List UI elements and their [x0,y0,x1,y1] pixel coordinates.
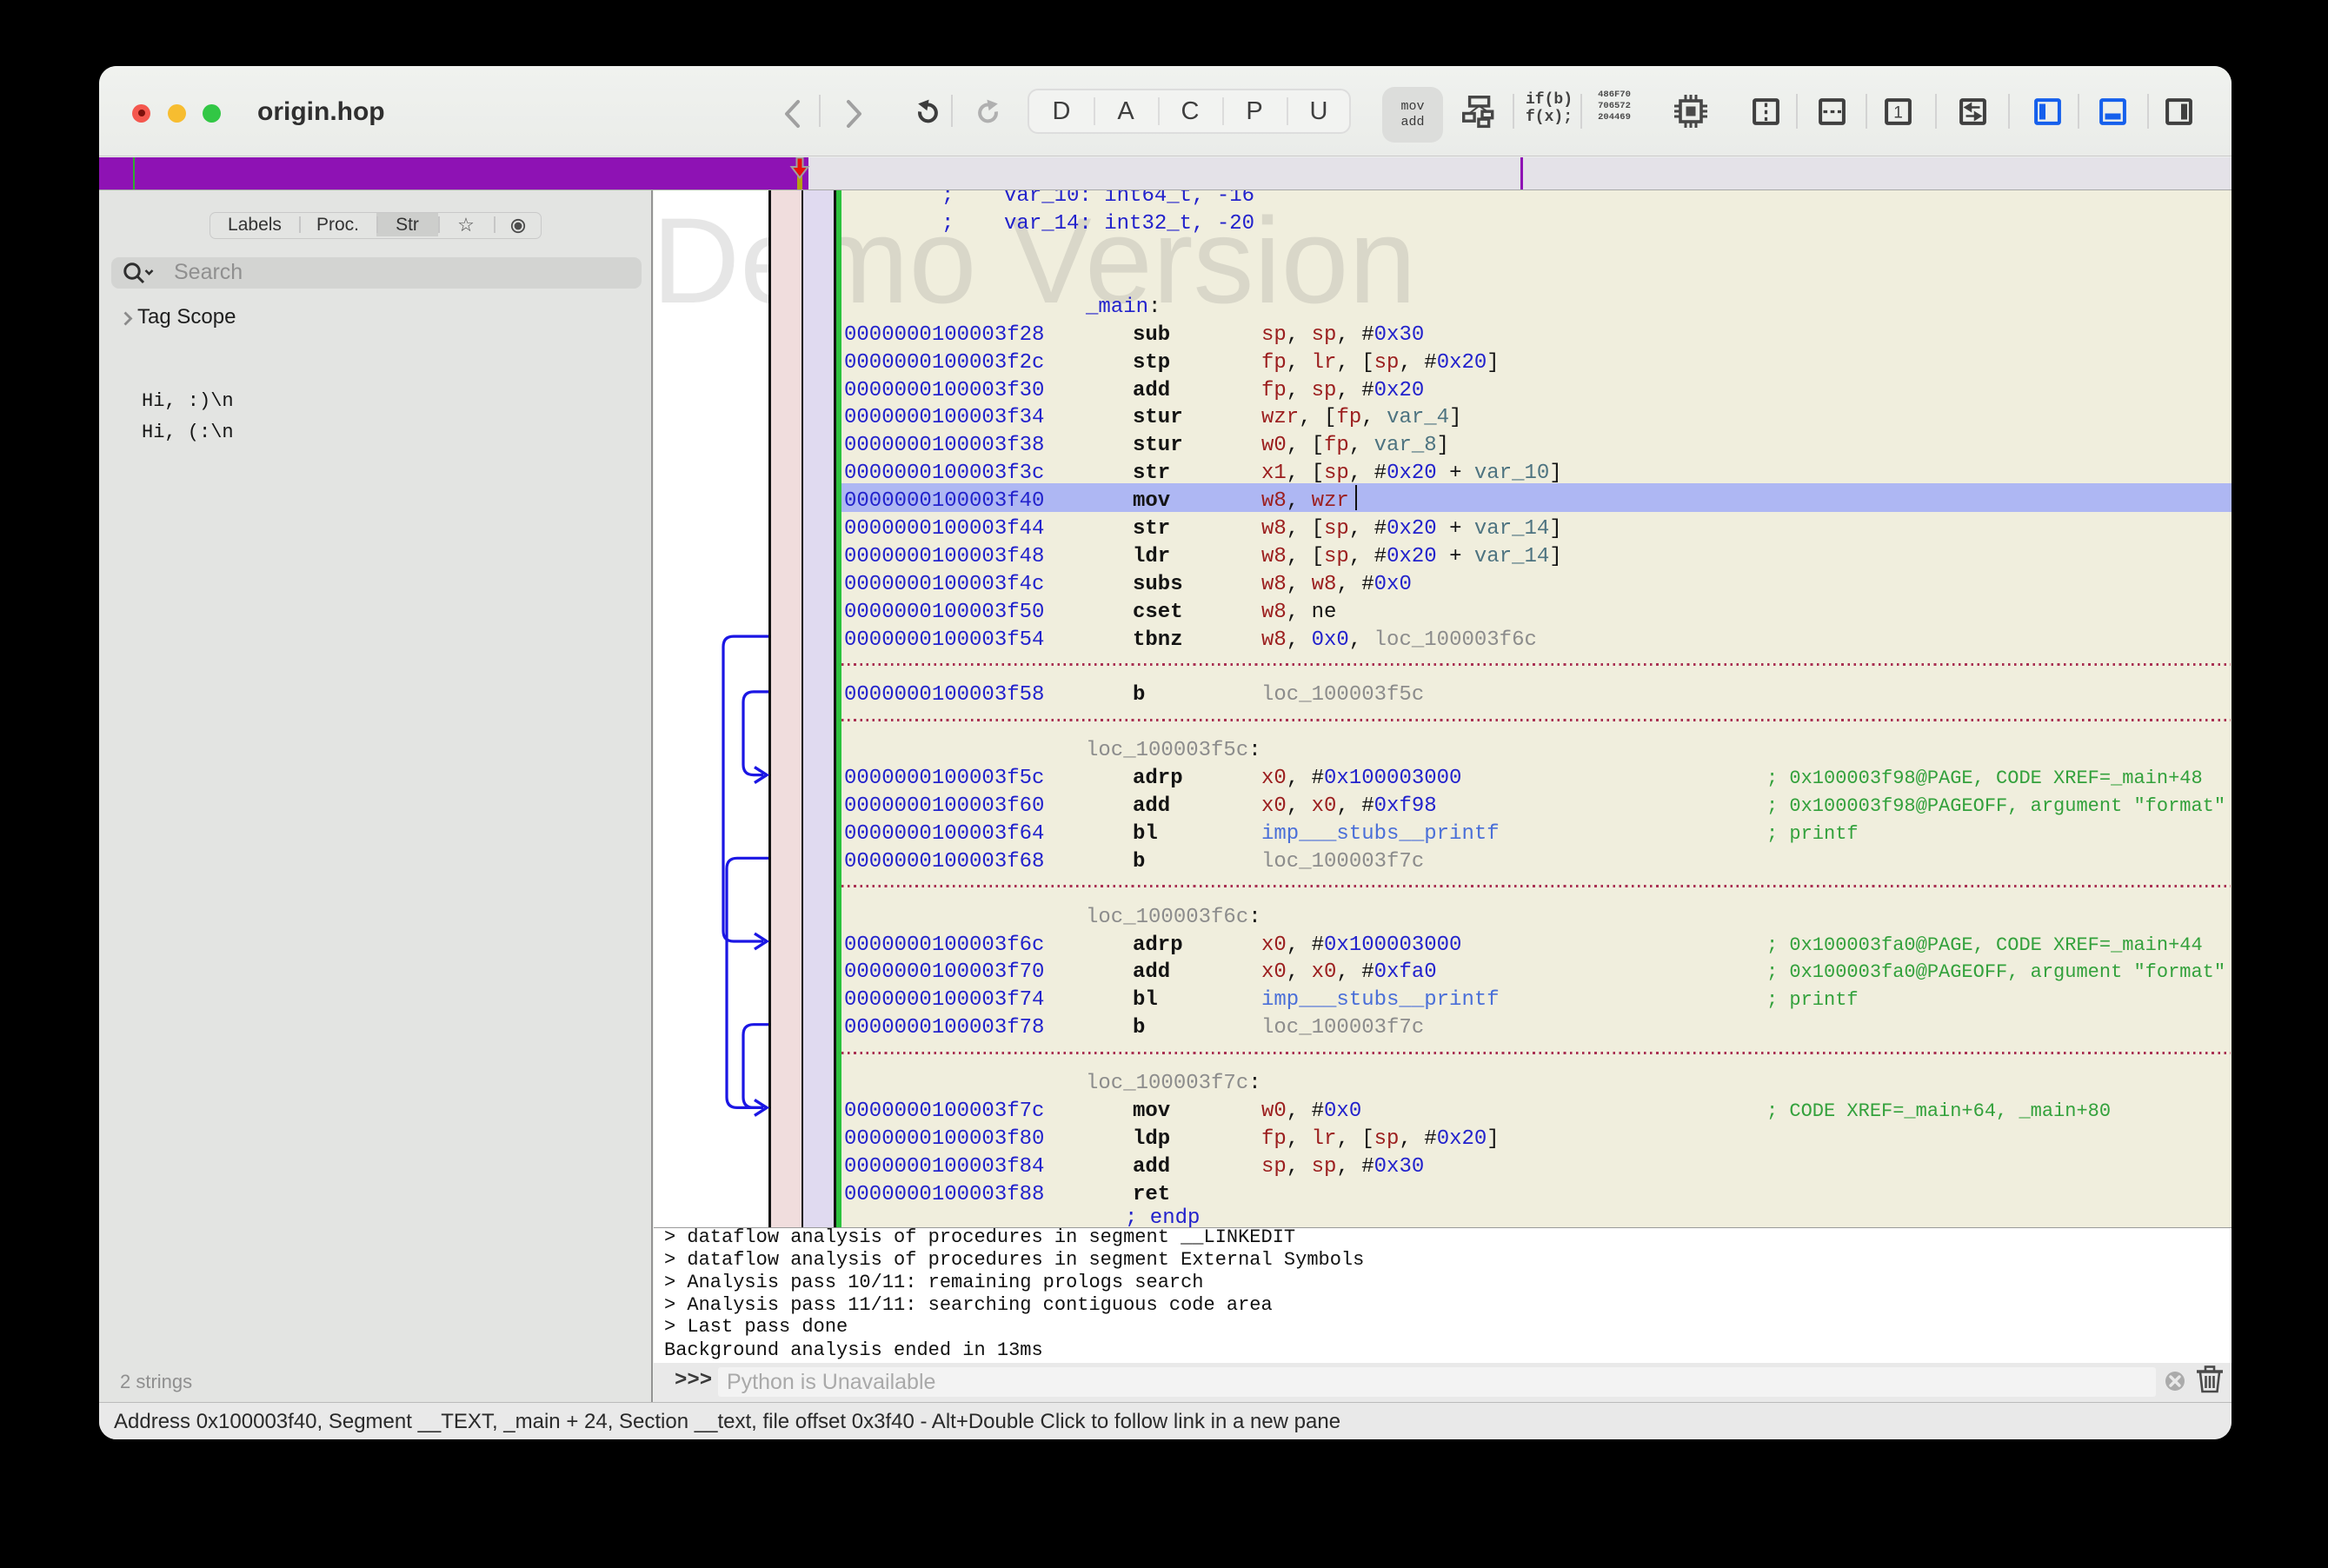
svg-text:1: 1 [1893,104,1903,123]
